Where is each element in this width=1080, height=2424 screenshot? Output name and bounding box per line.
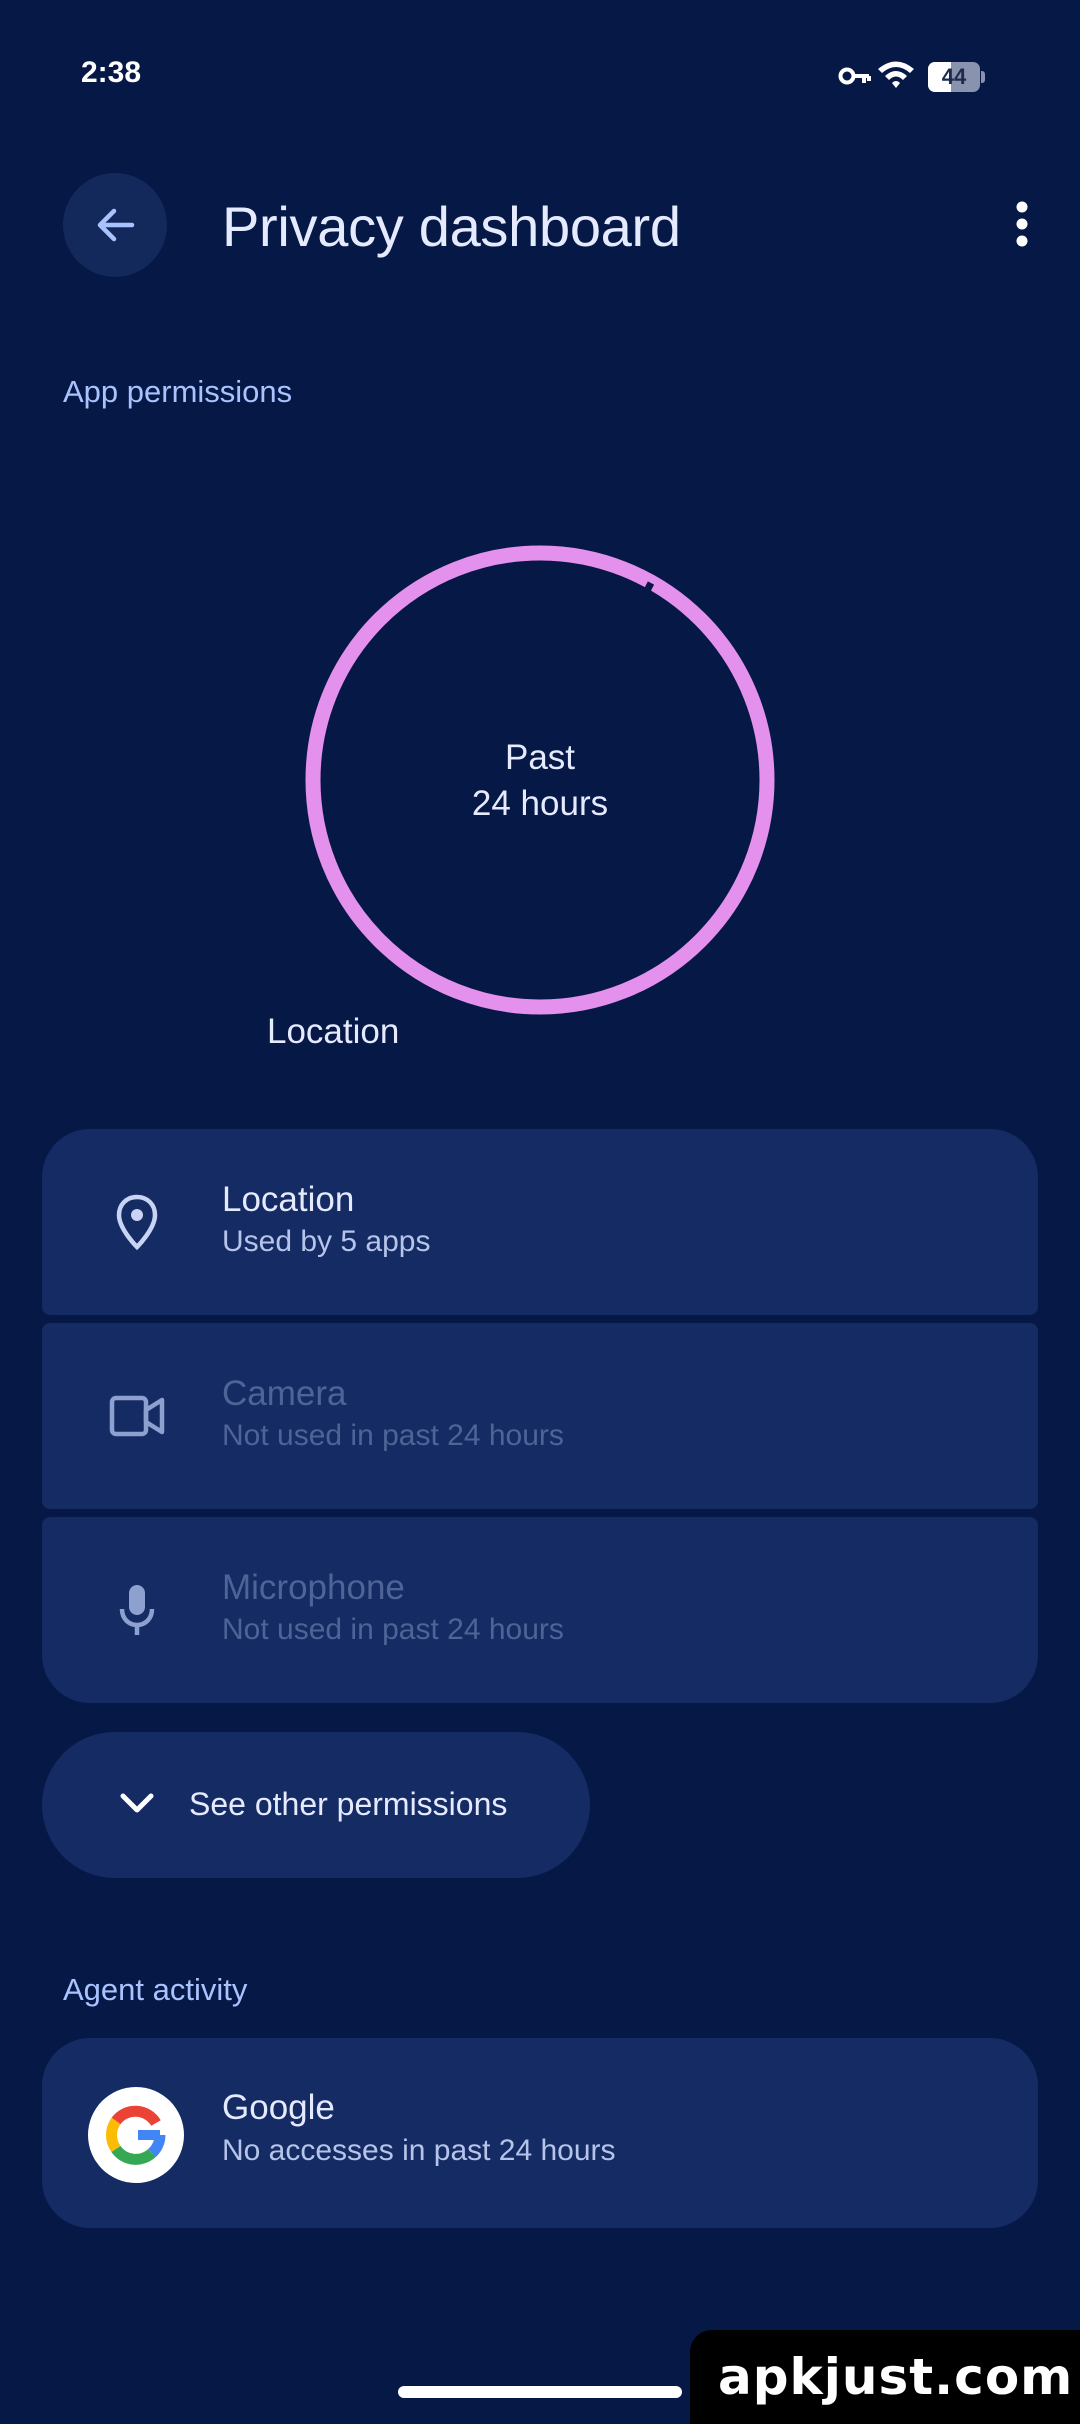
- google-logo-icon: [88, 2087, 184, 2183]
- see-other-permissions-label: See other permissions: [189, 1786, 508, 1822]
- agent-title: Google: [222, 2088, 335, 2127]
- agent-item-google[interactable]: Google No accesses in past 24 hours: [42, 2038, 1038, 2228]
- permission-usage-ring[interactable]: [300, 540, 780, 1020]
- ring-segment-label-location: Location: [267, 1012, 400, 1051]
- app-permissions-header: App permissions: [63, 374, 293, 409]
- agent-activity-header: Agent activity: [63, 1972, 248, 2007]
- permission-item-camera[interactable]: Camera Not used in past 24 hours: [42, 1323, 1038, 1509]
- ring-center-label-line2: 24 hours: [471, 784, 609, 823]
- more-options-button[interactable]: [990, 192, 1054, 256]
- permission-title: Location: [222, 1180, 355, 1219]
- battery-level: 44: [941, 64, 967, 89]
- camera-icon: [92, 1371, 182, 1461]
- agent-subtitle: No accesses in past 24 hours: [222, 2134, 616, 2167]
- wifi-icon: [878, 61, 914, 88]
- permission-subtitle: Not used in past 24 hours: [222, 1419, 564, 1452]
- location-pin-icon: [92, 1177, 182, 1267]
- permission-item-location[interactable]: Location Used by 5 apps: [42, 1129, 1038, 1315]
- battery-icon: 44: [928, 62, 985, 92]
- status-time: 2:38: [81, 56, 142, 89]
- watermark-label: apkjust.com: [690, 2330, 1080, 2424]
- back-button[interactable]: [63, 173, 167, 277]
- arrow-back-icon: [97, 208, 135, 242]
- permission-subtitle: Not used in past 24 hours: [222, 1613, 564, 1646]
- permission-subtitle: Used by 5 apps: [222, 1225, 431, 1258]
- permission-item-microphone[interactable]: Microphone Not used in past 24 hours: [42, 1517, 1038, 1703]
- chevron-down-icon: [120, 1793, 154, 1813]
- home-indicator[interactable]: [398, 2386, 682, 2398]
- more-vert-icon: [1016, 201, 1028, 247]
- ring-center-label-line1: Past: [504, 738, 576, 777]
- permission-title: Camera: [222, 1374, 347, 1413]
- page-title: Privacy dashboard: [222, 195, 681, 258]
- permission-title: Microphone: [222, 1568, 405, 1607]
- microphone-icon: [92, 1565, 182, 1655]
- vpn-key-icon: [838, 67, 871, 85]
- privacy-dashboard-screen: 2:38 44 Privacy dashboard App permission…: [0, 0, 1080, 2424]
